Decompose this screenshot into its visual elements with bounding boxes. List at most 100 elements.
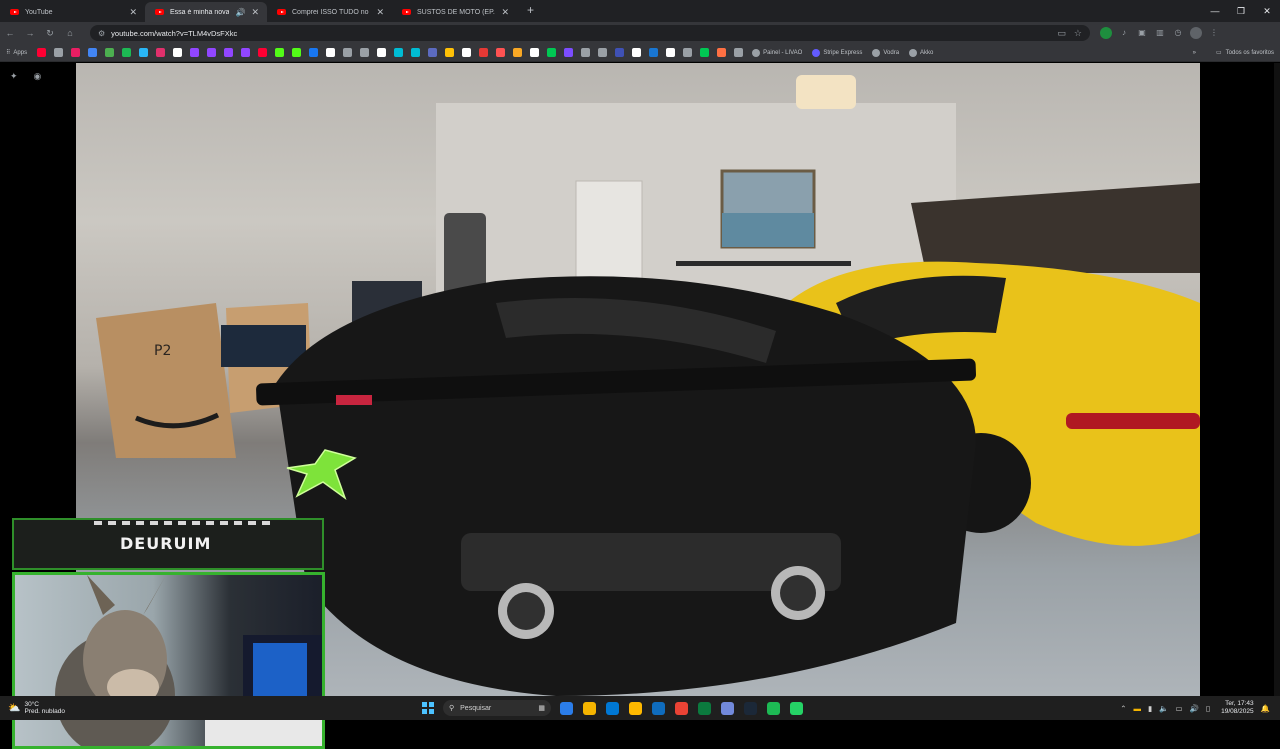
bookmark-favicon-icon[interactable] [683, 48, 693, 57]
cast-icon[interactable]: ▭ [1057, 28, 1066, 39]
weather-widget[interactable]: ⛅ 30°C Pred. nublado [0, 701, 200, 715]
bookmark-favicon-icon[interactable] [275, 48, 285, 57]
pinned-app-icon[interactable] [583, 701, 596, 715]
extension-icon[interactable] [1100, 27, 1112, 39]
pinned-app-icon[interactable] [744, 701, 757, 715]
close-window-icon[interactable]: ✕ [1254, 0, 1280, 22]
speaker-icon[interactable]: 🔊 [235, 8, 245, 17]
pinned-app-icon[interactable] [606, 701, 619, 715]
bookmark-favicon-icon[interactable] [292, 48, 302, 57]
bookmark-favicon-icon[interactable] [190, 48, 200, 57]
magic-wand-icon[interactable]: ✦ [10, 71, 18, 82]
page-scrollbar[interactable] [1274, 63, 1280, 696]
bookmark-favicon-icon[interactable] [411, 48, 421, 57]
video-player[interactable]: ✦ ◉ P2 DEURUIM [0, 63, 1280, 749]
tab-youtube[interactable]: YouTube ✕ [0, 2, 145, 22]
back-icon[interactable]: ← [0, 28, 20, 38]
bookmark-favicon-icon[interactable] [496, 48, 506, 57]
home-icon[interactable]: ⌂ [60, 28, 80, 38]
all-bookmarks-folder[interactable]: » ▭ Todos os favoritos [1193, 49, 1274, 57]
extensions-puzzle-icon[interactable]: ▣ [1136, 27, 1148, 39]
pinned-app-icon[interactable] [675, 701, 688, 715]
bookmark-favicon-icon[interactable] [105, 48, 115, 57]
bookmark-favicon-icon[interactable] [343, 48, 353, 57]
reload-icon[interactable]: ↻ [40, 28, 60, 39]
pinned-app-icon[interactable] [767, 701, 780, 715]
bookmark-favicon-icon[interactable] [547, 48, 557, 57]
pinned-app-icon[interactable] [629, 701, 642, 715]
notification-bell-icon[interactable]: 🔔 [1261, 704, 1270, 713]
bookmark-favicon-icon[interactable] [377, 48, 387, 57]
bookmark-favicon-icon[interactable] [615, 48, 625, 57]
pinned-app-icon[interactable] [790, 701, 803, 715]
site-info-icon[interactable]: ⚙ [98, 29, 105, 38]
new-tab-button[interactable]: + [527, 0, 534, 20]
pinned-app-icon[interactable] [698, 701, 711, 715]
bookmark-favicon-icon[interactable] [394, 48, 404, 57]
minimize-icon[interactable]: — [1202, 0, 1228, 22]
tab-tedio-video[interactable]: Comprei ISSO TUDO no TÉDIO ✕ [267, 2, 392, 22]
bookmark-favicon-icon[interactable] [445, 48, 455, 57]
bookmark-favicon-icon[interactable] [564, 48, 574, 57]
bookmark-favicon-icon[interactable] [462, 48, 472, 57]
bookmark-favicon-icon[interactable] [649, 48, 659, 57]
bookmark-favicon-icon[interactable] [734, 48, 744, 57]
close-tab-icon[interactable]: ✕ [129, 7, 137, 18]
bookmark-favicon-icon[interactable] [37, 48, 47, 57]
close-tab-icon[interactable]: ✕ [251, 7, 259, 18]
profile-avatar-icon[interactable] [1190, 27, 1202, 39]
tray-folder-icon[interactable]: ▬ [1134, 704, 1142, 713]
bookmark-favicon-icon[interactable] [717, 48, 727, 57]
tab-sustos-video[interactable]: SUSTOS DE MOTO (EP. 228) - Y ✕ [392, 2, 517, 22]
bookmark-favicon-icon[interactable] [139, 48, 149, 57]
bookmark-favicon-icon[interactable] [71, 48, 81, 57]
bookmark-favicon-icon[interactable] [700, 48, 710, 57]
bookmark-stripe-express[interactable]: Stripe Express [812, 48, 862, 57]
bookmark-favicon-icon[interactable] [598, 48, 608, 57]
media-icon[interactable]: ♪ [1118, 27, 1130, 39]
camera-icon[interactable]: ◉ [34, 71, 42, 82]
bookmark-favicon-icon[interactable] [224, 48, 234, 57]
chevron-right-icon[interactable]: » [1193, 50, 1196, 56]
tab-porsche-video[interactable]: Essa é minha nova PORSCHE 🔊 ✕ [145, 2, 267, 22]
address-bar[interactable]: ⚙ youtube.com/watch?v=TLM4vDsFXkc ▭ ☆ [90, 25, 1090, 41]
bookmark-favicon-icon[interactable] [258, 48, 268, 57]
bookmark-vodra[interactable]: Vodra [872, 48, 899, 57]
bookmark-favicon-icon[interactable] [54, 48, 64, 57]
bookmark-favicon-icon[interactable] [309, 48, 319, 57]
bookmark-favicon-icon[interactable] [581, 48, 591, 57]
bookmark-star-icon[interactable]: ☆ [1074, 28, 1082, 39]
taskbar-search[interactable]: ⚲ Pesquisar ▦ [443, 700, 551, 716]
chevron-up-icon[interactable]: ⌃ [1120, 704, 1126, 713]
pinned-app-icon[interactable] [652, 701, 665, 715]
volume-icon[interactable]: 🔊 [1190, 704, 1199, 713]
bookmark-favicon-icon[interactable] [156, 48, 166, 57]
battery-status-icon[interactable]: ▯ [1206, 704, 1210, 713]
bookmark-favicon-icon[interactable] [207, 48, 217, 57]
pinned-app-icon[interactable] [721, 701, 734, 715]
history-icon[interactable]: ◷ [1172, 27, 1184, 39]
bookmark-favicon-icon[interactable] [479, 48, 489, 57]
bookmark-favicon-icon[interactable] [666, 48, 676, 57]
bookmark-apps[interactable]: ⠿ Apps [6, 49, 27, 57]
close-tab-icon[interactable]: ✕ [501, 7, 509, 18]
bookmark-favicon-icon[interactable] [122, 48, 132, 57]
close-tab-icon[interactable]: ✕ [376, 7, 384, 18]
bookmark-favicon-icon[interactable] [241, 48, 251, 57]
bookmark-favicon-icon[interactable] [360, 48, 370, 57]
bookmark-akko[interactable]: Akko [909, 48, 933, 57]
bookmark-favicon-icon[interactable] [428, 48, 438, 57]
forward-icon[interactable]: → [20, 28, 40, 38]
menu-kebab-icon[interactable]: ⋮ [1208, 27, 1220, 39]
bookmark-favicon-icon[interactable] [88, 48, 98, 57]
windows-start-icon[interactable] [422, 702, 434, 714]
bookmark-painel[interactable]: Painel - LIVAO [752, 48, 802, 57]
bookmark-favicon-icon[interactable] [173, 48, 183, 57]
clock[interactable]: Ter, 17:43 19/08/2025 [1221, 700, 1254, 716]
battery-icon[interactable]: ▮ [1148, 704, 1152, 713]
network-icon[interactable]: ▭ [1176, 704, 1183, 713]
speaker-tray-icon[interactable]: 🔈 [1159, 704, 1168, 713]
split-view-icon[interactable]: ▥ [1154, 27, 1166, 39]
bookmark-favicon-icon[interactable] [326, 48, 336, 57]
bookmark-favicon-icon[interactable] [632, 48, 642, 57]
